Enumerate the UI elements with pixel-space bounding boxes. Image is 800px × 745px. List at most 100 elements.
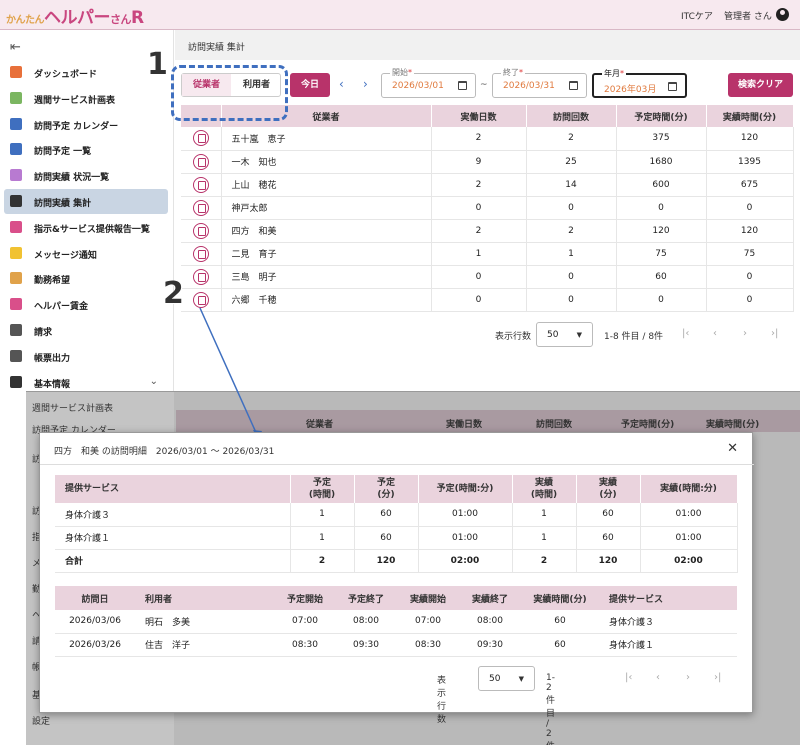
- prev-page-icon[interactable]: ‹: [713, 328, 717, 339]
- table-cell: 0: [526, 288, 617, 312]
- col-actual-min[interactable]: 実績時間(分): [706, 105, 794, 127]
- table-cell: 375: [616, 127, 707, 151]
- table-row[interactable]: 四方 和美 2 2 120 120: [181, 219, 794, 243]
- first-page-icon[interactable]: |‹: [682, 328, 689, 339]
- col-planned-min[interactable]: 予定時間(分): [616, 105, 707, 127]
- dialog-rows-per-page-select[interactable]: 50 ▼: [478, 666, 535, 691]
- detail-document-icon[interactable]: [192, 199, 209, 216]
- col-visits[interactable]: 訪問回数: [526, 105, 617, 127]
- table-cell: 0: [616, 196, 707, 220]
- next-page-icon[interactable]: ›: [743, 328, 747, 339]
- sidebar-item-1[interactable]: 週間サービス計画表: [4, 86, 168, 111]
- first-page-icon[interactable]: |‹: [625, 672, 632, 683]
- detail-document-icon[interactable]: [192, 268, 209, 285]
- next-page-icon[interactable]: ›: [686, 672, 690, 683]
- table-cell: 9: [431, 150, 527, 174]
- visit-col-header: 訪問日: [55, 586, 135, 610]
- annotation-highlight-box: [171, 65, 288, 121]
- visit-col-header: 利用者: [135, 586, 275, 610]
- sidebar-item-label: ダッシュボード: [34, 70, 98, 80]
- table-cell: 0: [526, 196, 617, 220]
- detail-document-icon[interactable]: [192, 291, 209, 308]
- month-field[interactable]: 年月* 2026年03月: [592, 68, 687, 98]
- prev-page-icon[interactable]: ‹: [656, 672, 660, 683]
- table-row: 身体介護１ 1 60 01:00 1 60 01:00: [55, 526, 738, 550]
- sidebar-item-5[interactable]: 訪問実績 集計: [4, 189, 168, 214]
- search-doc-icon: [10, 195, 22, 207]
- sidebar-item-0[interactable]: ダッシュボード: [4, 60, 168, 85]
- last-page-icon[interactable]: ›|: [714, 672, 721, 683]
- employee-name-cell: 六郷 千穂: [221, 288, 432, 312]
- caret-down-icon: ▼: [518, 675, 524, 683]
- app-logo[interactable]: かんたんヘルパーさんR: [6, 3, 144, 28]
- sidebar-item-10[interactable]: 請求: [4, 318, 168, 343]
- collapse-sidebar-icon[interactable]: ⇤: [10, 40, 21, 55]
- chevron-left-icon[interactable]: ‹: [339, 77, 344, 91]
- clear-search-button[interactable]: 検索クリア: [728, 73, 793, 97]
- detail-document-icon[interactable]: [192, 153, 209, 170]
- end-date-field[interactable]: 終了* 2026/03/31: [492, 67, 587, 98]
- table-row[interactable]: 六郷 千穂 0 0 0 0: [181, 288, 794, 312]
- calendar-icon[interactable]: [569, 81, 578, 90]
- chevron-right-icon[interactable]: ›: [363, 77, 368, 91]
- table-row[interactable]: 一木 知也 9 25 1680 1395: [181, 150, 794, 174]
- employee-name-cell: 五十嵐 恵子: [221, 127, 432, 151]
- sidebar-item-8[interactable]: 勤務希望: [4, 266, 168, 291]
- table-cell: 120: [706, 127, 794, 151]
- user-name: 管理者 さん: [724, 12, 772, 22]
- calendar-icon[interactable]: [458, 81, 467, 90]
- table-cell: 1: [431, 242, 527, 266]
- calendar-list-icon: [10, 143, 22, 156]
- sidebar-item-4[interactable]: 訪問実績 状況一覧: [4, 163, 168, 188]
- start-date-field[interactable]: 開始* 2026/03/01: [381, 67, 476, 98]
- table-cell: 25: [526, 150, 617, 174]
- table-row[interactable]: 二見 育子 1 1 75 75: [181, 242, 794, 266]
- service-col-header: 予定(時間:分): [418, 475, 513, 503]
- table-row[interactable]: 上山 穂花 2 14 600 675: [181, 173, 794, 197]
- detail-document-icon[interactable]: [192, 176, 209, 193]
- close-icon[interactable]: ✕: [727, 441, 738, 456]
- table-cell: 75: [616, 242, 707, 266]
- account-icon[interactable]: [776, 8, 789, 21]
- table-cell: 0: [706, 288, 794, 312]
- today-button[interactable]: 今日: [290, 73, 330, 97]
- table-cell: 75: [706, 242, 794, 266]
- table-cell: 0: [431, 196, 527, 220]
- table-row: 2026/03/06 明石 多美 07:00 08:00 07:00 08:00 60 身体介…: [55, 610, 737, 634]
- sidebar-item-label: 基本情報: [34, 379, 71, 390]
- table-cell: 0: [431, 288, 527, 312]
- sidebar-item-7[interactable]: メッセージ通知: [4, 241, 168, 266]
- caret-down-icon: ▼: [576, 331, 582, 339]
- calendar-icon: [10, 117, 22, 130]
- total-row: 合計 2 120 02:00 2 120 02:00: [55, 549, 738, 573]
- range-separator: ~: [480, 80, 488, 90]
- annotation-2: 2: [163, 276, 184, 311]
- last-page-icon[interactable]: ›|: [771, 328, 778, 339]
- table-cell: 14: [526, 173, 617, 197]
- col-work-days[interactable]: 実働日数: [431, 105, 527, 127]
- table-row[interactable]: 三島 明子 0 0 60 0: [181, 265, 794, 289]
- table-cell: 0: [706, 265, 794, 289]
- detail-document-icon[interactable]: [192, 130, 209, 147]
- detail-document-icon[interactable]: [192, 245, 209, 262]
- sidebar-item-3[interactable]: 訪問予定 一覧: [4, 137, 168, 162]
- sidebar-item-label: 帳票出力: [34, 353, 71, 364]
- visit-col-header: 予定終了: [335, 586, 397, 610]
- visit-col-header: 実績終了: [459, 586, 521, 610]
- sidebar-item-6[interactable]: 指示&サービス提供報告一覧: [4, 215, 168, 240]
- sidebar-item-2[interactable]: 訪問予定 カレンダー: [4, 112, 168, 137]
- work-request-icon: [10, 272, 22, 285]
- table-cell: 2: [431, 173, 527, 197]
- calendar-icon[interactable]: [668, 82, 677, 91]
- sidebar-item-label: ヘルパー賃金: [34, 302, 89, 313]
- visit-detail-table: 訪問日 利用者 予定開始 予定終了 実績開始 実績終了 実績時間(分) 提供サービス 2026…: [55, 586, 737, 657]
- rows-per-page-select[interactable]: 50 ▼: [536, 322, 593, 347]
- sidebar-item-11[interactable]: 帳票出力: [4, 344, 168, 369]
- sidebar-item-9[interactable]: ヘルパー賃金: [4, 292, 168, 317]
- visit-col-header: 提供サービス: [599, 586, 737, 610]
- table-row[interactable]: 五十嵐 恵子 2 2 375 120: [181, 127, 794, 151]
- chevron-down-icon[interactable]: ⌄: [150, 376, 158, 387]
- detail-document-icon[interactable]: [192, 222, 209, 239]
- table-cell: 0: [526, 265, 617, 289]
- table-row[interactable]: 神戸太郎 0 0 0 0: [181, 196, 794, 220]
